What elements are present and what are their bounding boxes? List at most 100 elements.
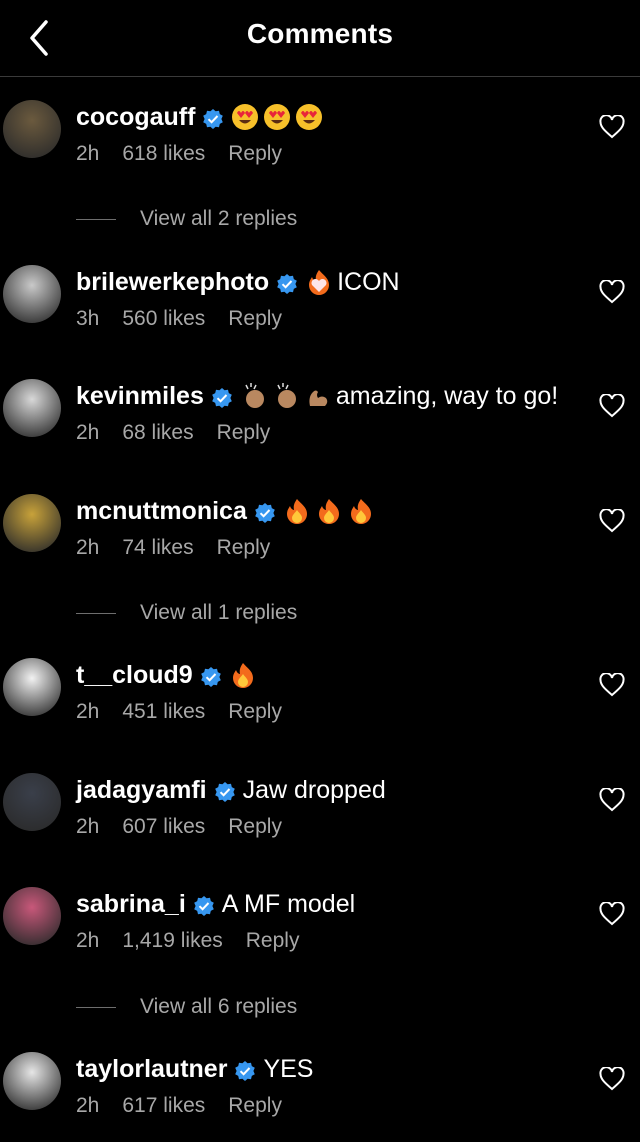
- fire-emoji-icon: [283, 497, 311, 525]
- comment-meta: 2h 618 likes Reply: [76, 142, 305, 166]
- comment-content: jadagyamfi Jaw dropped: [76, 773, 386, 807]
- username[interactable]: taylorlautner: [76, 1055, 227, 1084]
- verified-badge-icon: [203, 107, 224, 129]
- like-heart-icon[interactable]: [599, 114, 625, 139]
- comment-text: amazing, way to go!: [335, 381, 559, 410]
- comment-meta: 2h 617 likes Reply: [76, 1094, 305, 1118]
- avatar[interactable]: [3, 887, 61, 945]
- verified-badge-icon: [200, 665, 221, 687]
- heart-eyes-emoji-icon: [231, 103, 259, 131]
- username[interactable]: mcnuttmonica: [76, 497, 247, 526]
- timestamp: 2h: [76, 142, 100, 165]
- avatar[interactable]: [3, 773, 61, 831]
- username[interactable]: sabrina_i: [76, 890, 186, 919]
- comment-content: cocogauff: [76, 100, 327, 134]
- timestamp: 2h: [76, 700, 100, 723]
- timestamp: 2h: [76, 421, 100, 444]
- like-heart-icon[interactable]: [599, 787, 625, 812]
- clap-emoji-icon: [240, 382, 268, 410]
- heart-on-fire-emoji-icon: [305, 268, 333, 296]
- like-count[interactable]: 1,419 likes: [122, 929, 222, 953]
- comment-meta: 2h 68 likes Reply: [76, 421, 293, 445]
- timestamp: 2h: [76, 536, 100, 559]
- avatar[interactable]: [3, 494, 61, 552]
- view-replies-label: View all 1 replies: [140, 601, 298, 624]
- avatar[interactable]: [3, 379, 61, 437]
- reply-button[interactable]: Reply: [217, 536, 271, 560]
- reply-button[interactable]: Reply: [246, 929, 300, 953]
- like-count[interactable]: 618 likes: [122, 142, 205, 166]
- heart-eyes-emoji-icon: [295, 103, 323, 131]
- comment-text: YES: [263, 1054, 314, 1083]
- comment-row: taylorlautner YES 2h 617 likes Reply: [0, 1052, 640, 1142]
- timestamp: 3h: [76, 307, 100, 330]
- view-replies-button[interactable]: View all 6 replies: [76, 994, 297, 1020]
- fire-emoji-icon: [347, 497, 375, 525]
- comment-row: jadagyamfi Jaw dropped 2h 607 likes Reply: [0, 773, 640, 863]
- comment-content: sabrina_i A MF model: [76, 887, 355, 921]
- verified-badge-icon: [214, 780, 235, 802]
- fire-emoji-icon: [315, 497, 343, 525]
- comment-row: mcnuttmonica 2h 74 likes Reply: [0, 494, 640, 584]
- like-count[interactable]: 617 likes: [122, 1094, 205, 1118]
- comment-text: Jaw dropped: [242, 775, 386, 804]
- clap-emoji-icon: [272, 382, 300, 410]
- reply-button[interactable]: Reply: [228, 142, 282, 166]
- fire-emoji-icon: [229, 661, 257, 689]
- comment-meta: 2h 607 likes Reply: [76, 815, 305, 839]
- username[interactable]: kevinmiles: [76, 382, 204, 411]
- verified-badge-icon: [255, 501, 275, 523]
- view-replies-button[interactable]: View all 1 replies: [76, 600, 297, 626]
- comment-text: ICON: [337, 267, 400, 296]
- comment-meta: 3h 560 likes Reply: [76, 307, 305, 331]
- like-heart-icon[interactable]: [599, 508, 625, 533]
- reply-button[interactable]: Reply: [228, 815, 282, 839]
- comment-meta: 2h 74 likes Reply: [76, 536, 293, 560]
- comment-meta: 2h 451 likes Reply: [76, 700, 305, 724]
- like-count[interactable]: 560 likes: [122, 307, 205, 331]
- reply-button[interactable]: Reply: [217, 421, 271, 445]
- comment-content: brilewerkephoto ICON: [76, 265, 400, 299]
- like-heart-icon[interactable]: [599, 279, 625, 304]
- timestamp: 2h: [76, 1094, 100, 1117]
- like-count[interactable]: 451 likes: [122, 700, 205, 724]
- like-heart-icon[interactable]: [599, 1066, 625, 1091]
- username[interactable]: brilewerkephoto: [76, 268, 269, 297]
- verified-badge-icon: [277, 272, 297, 294]
- username[interactable]: t__cloud9: [76, 661, 193, 690]
- like-count[interactable]: 607 likes: [122, 815, 205, 839]
- comment-row: sabrina_i A MF model 2h 1,419 likes Reply: [0, 887, 640, 977]
- verified-badge-icon: [193, 894, 214, 916]
- replies-divider: [76, 218, 116, 220]
- like-count[interactable]: 74 likes: [122, 536, 193, 560]
- like-heart-icon[interactable]: [599, 901, 625, 926]
- comment-content: t__cloud9: [76, 658, 261, 692]
- replies-divider: [76, 1006, 116, 1008]
- comment-meta: 2h 1,419 likes Reply: [76, 929, 322, 953]
- avatar[interactable]: [3, 265, 61, 323]
- page-title: Comments: [246, 18, 394, 49]
- reply-button[interactable]: Reply: [228, 700, 282, 724]
- view-replies-button[interactable]: View all 2 replies: [76, 206, 297, 232]
- heart-eyes-emoji-icon: [263, 103, 291, 131]
- comment-row: cocogauff 2h 618 likes Reply: [0, 100, 640, 190]
- replies-divider: [76, 612, 116, 614]
- like-count[interactable]: 68 likes: [122, 421, 193, 445]
- comment-row: t__cloud9 2h 451 likes Reply: [0, 658, 640, 748]
- comment-text: A MF model: [221, 889, 356, 918]
- comment-content: mcnuttmonica: [76, 494, 379, 528]
- flex-emoji-icon: [304, 382, 332, 410]
- avatar[interactable]: [3, 100, 61, 158]
- reply-button[interactable]: Reply: [228, 1094, 282, 1118]
- avatar[interactable]: [3, 658, 61, 716]
- comments-header: Comments: [0, 0, 640, 77]
- avatar[interactable]: [3, 1052, 61, 1110]
- like-heart-icon[interactable]: [599, 393, 625, 418]
- timestamp: 2h: [76, 929, 100, 952]
- comment-row: kevinmiles amazing, way to go! 2h 68 likes R…: [0, 379, 640, 469]
- username[interactable]: cocogauff: [76, 103, 195, 132]
- reply-button[interactable]: Reply: [228, 307, 282, 331]
- timestamp: 2h: [76, 815, 100, 838]
- username[interactable]: jadagyamfi: [76, 776, 207, 805]
- like-heart-icon[interactable]: [599, 672, 625, 697]
